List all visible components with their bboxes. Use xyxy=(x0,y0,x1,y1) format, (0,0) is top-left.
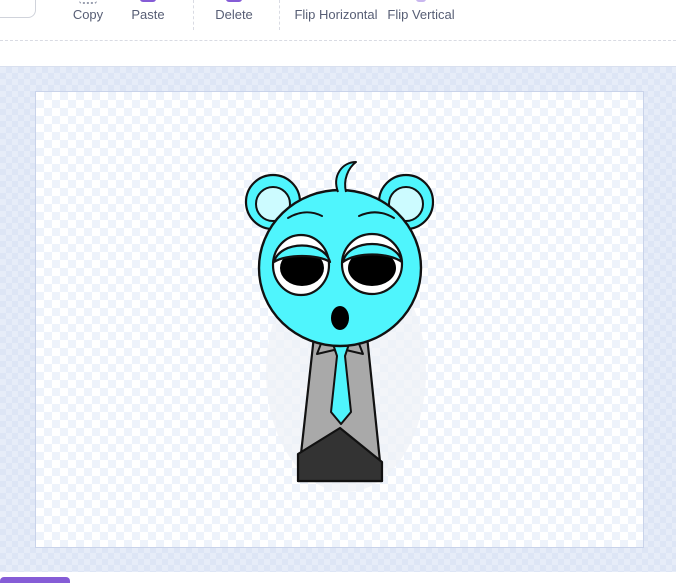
flip-horizontal-label: Flip Horizontal xyxy=(294,7,378,22)
bottom-tab[interactable] xyxy=(0,577,70,583)
flip-vertical-button[interactable]: Flip Vertical xyxy=(386,0,456,36)
copy-icon xyxy=(79,0,97,4)
flip-vertical-label: Flip Vertical xyxy=(387,7,455,22)
costume-drawing xyxy=(244,161,435,492)
paint-toolbar: Copy Paste Delete Flip Horizontal Flip V… xyxy=(0,0,676,41)
paste-icon xyxy=(140,0,156,2)
bottom-bar xyxy=(0,572,676,583)
paste-button[interactable]: Paste xyxy=(124,0,172,36)
flip-horizontal-icon xyxy=(328,0,344,2)
toolbar-divider xyxy=(193,0,194,30)
costume-name-input[interactable] xyxy=(0,0,36,18)
toolbar-divider xyxy=(279,0,280,30)
paint-stage-area xyxy=(0,66,676,573)
trash-icon xyxy=(226,0,242,2)
hair-curl xyxy=(335,161,357,193)
copy-button[interactable]: Copy xyxy=(64,0,112,36)
delete-label: Delete xyxy=(215,7,253,22)
copy-label: Copy xyxy=(72,7,104,22)
paint-canvas[interactable] xyxy=(35,91,644,548)
delete-button[interactable]: Delete xyxy=(208,0,260,36)
flip-horizontal-button[interactable]: Flip Horizontal xyxy=(294,0,378,36)
toolbar-spacer xyxy=(0,41,676,66)
flip-vertical-icon xyxy=(416,0,426,2)
mouth xyxy=(331,306,349,330)
paste-label: Paste xyxy=(131,7,165,22)
